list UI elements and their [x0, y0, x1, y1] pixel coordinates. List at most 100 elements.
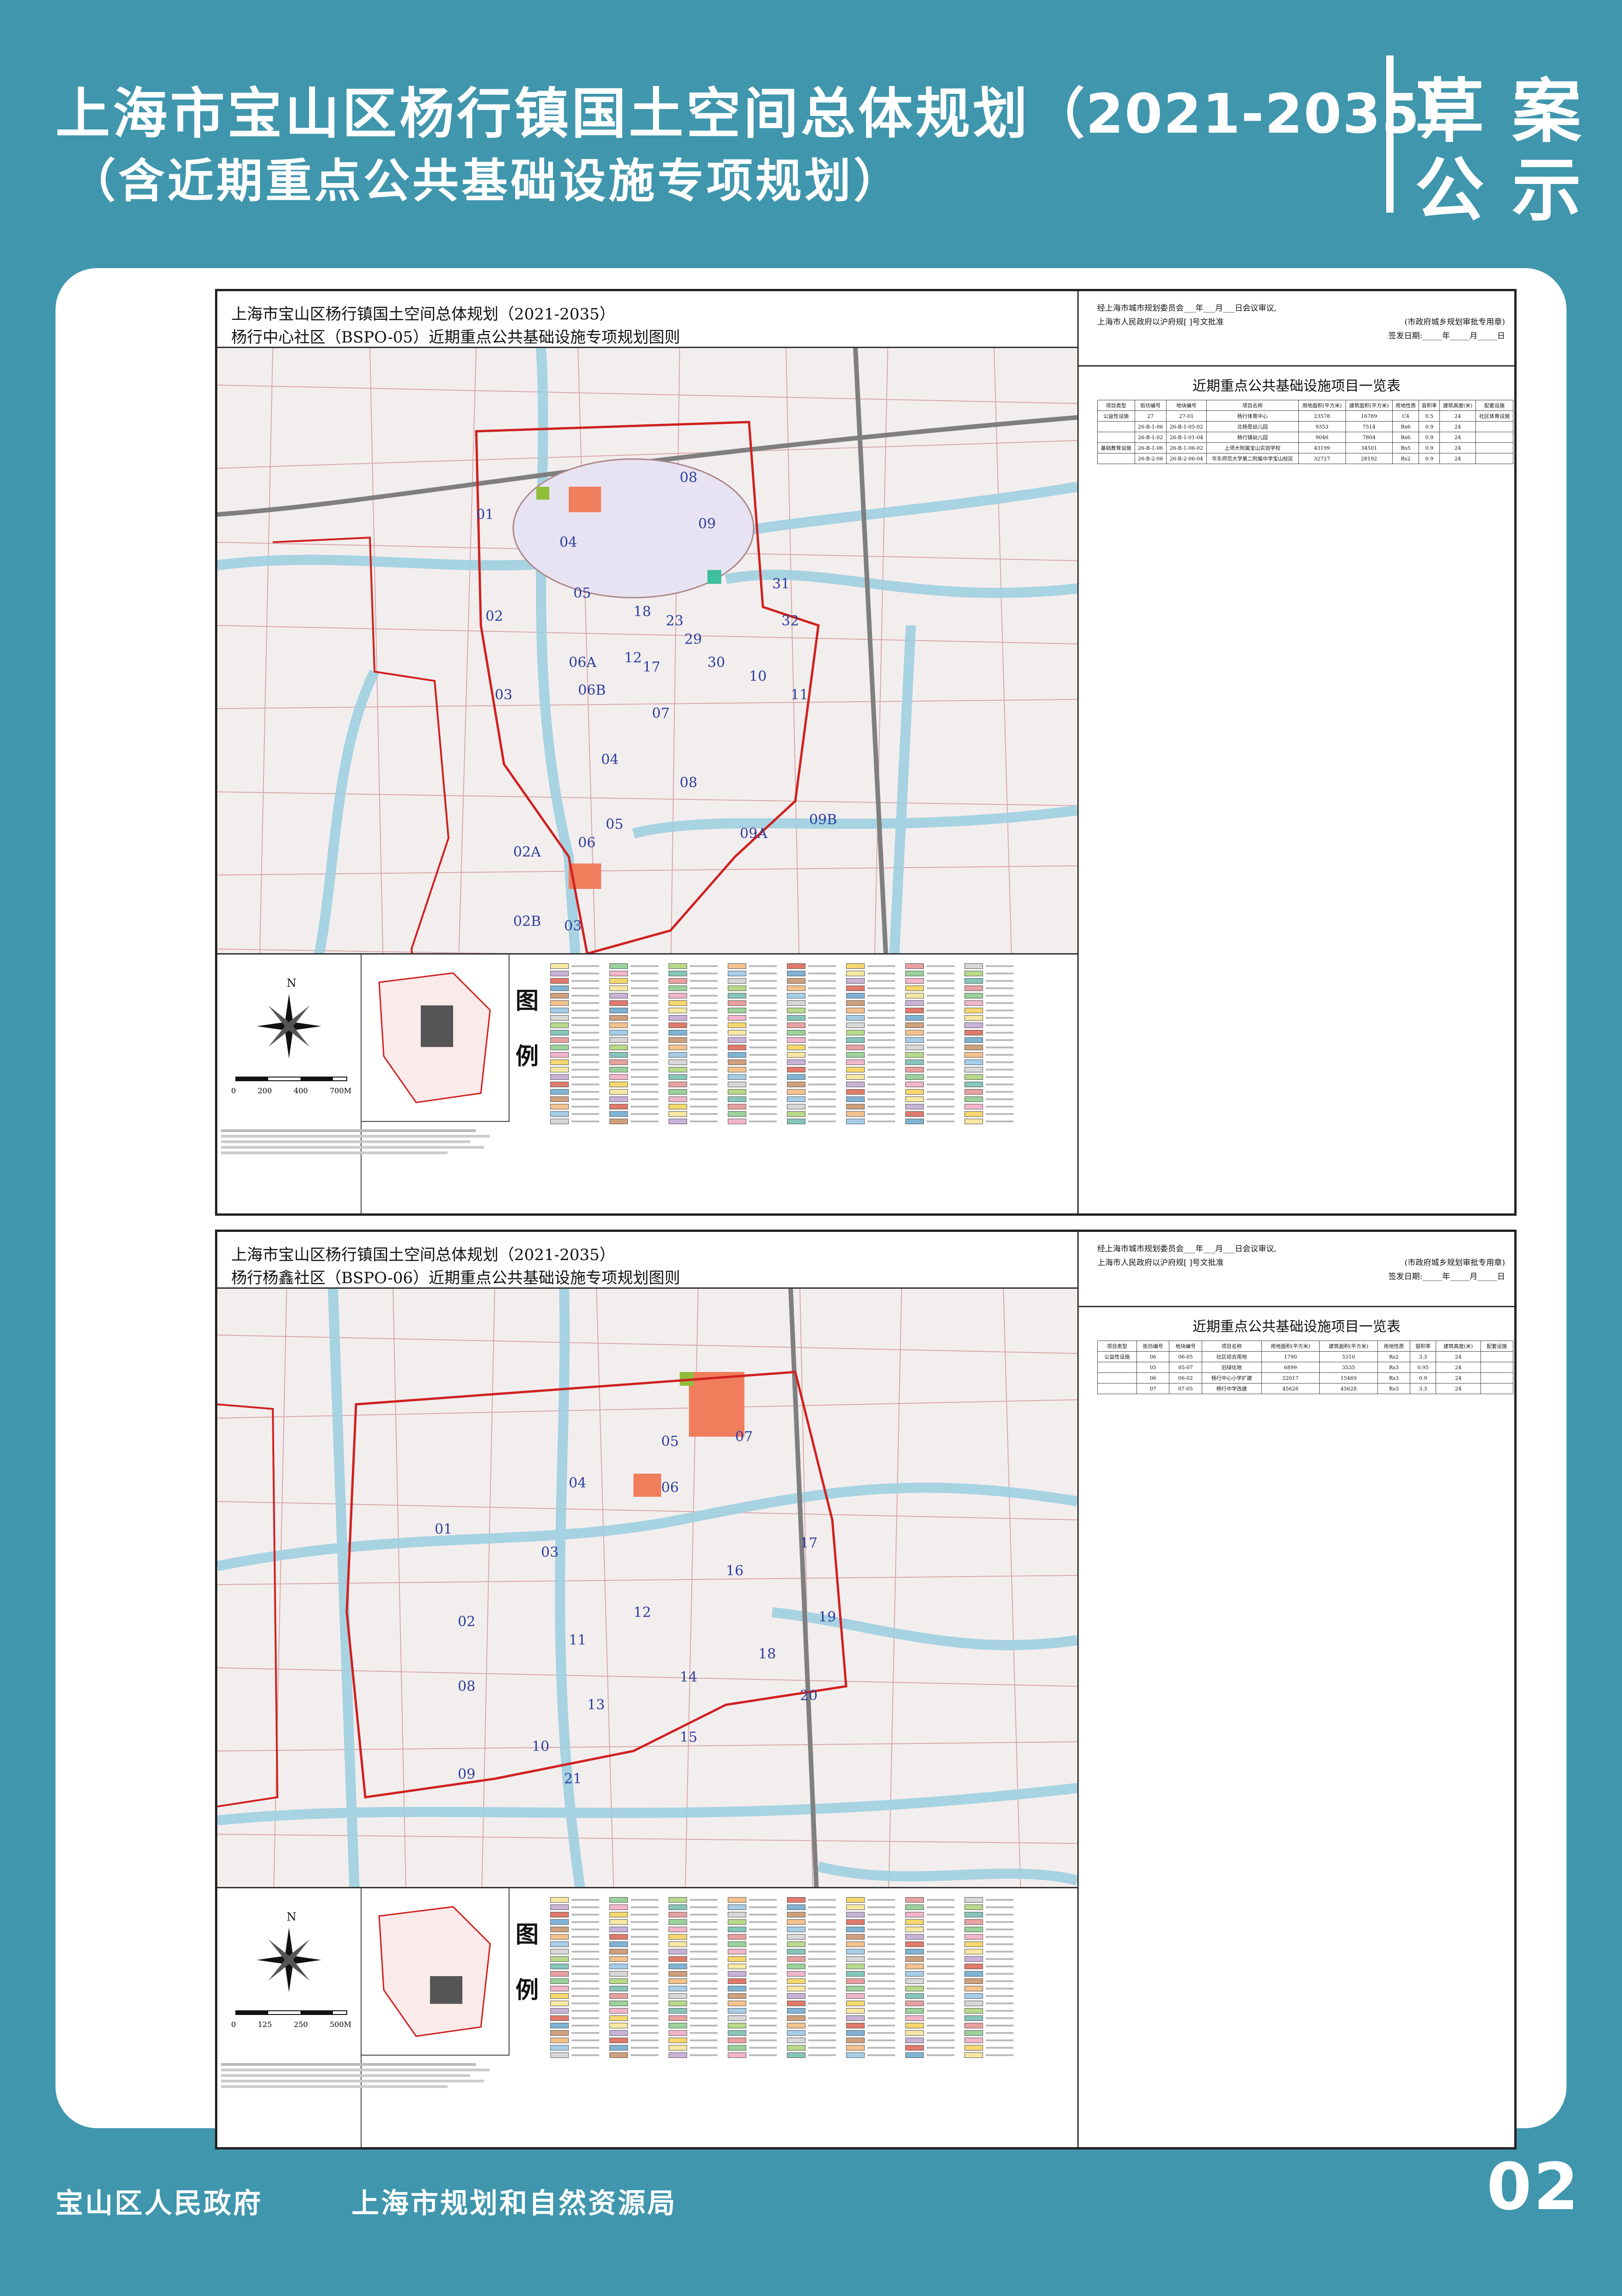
legend-text-placeholder [986, 1914, 1014, 1916]
table-cell: 24 [1439, 432, 1476, 443]
legend-item [846, 1985, 895, 1992]
legend-text-placeholder [571, 2032, 599, 2034]
legend-text-placeholder [927, 1914, 954, 1916]
legend-swatch [728, 1904, 746, 1910]
legend-item [550, 1911, 599, 1918]
legend-area: N 0 125 250 500M 图 例 [217, 1887, 1079, 2147]
legend-text-placeholder [927, 1973, 954, 1975]
legend-column [550, 963, 599, 1126]
legend-item [965, 1022, 1014, 1029]
svg-text:11: 11 [791, 687, 808, 703]
table-cell: 华东师范大学第二附属中学宝山校区 [1206, 453, 1299, 464]
legend-swatch [609, 1956, 628, 1962]
legend-item [669, 2000, 718, 2007]
legend-text-placeholder [808, 2002, 836, 2004]
legend-swatch [609, 963, 628, 969]
legend-swatch [905, 1941, 924, 1947]
svg-text:07: 07 [652, 705, 670, 722]
legend-item [905, 1037, 954, 1043]
legend-text-placeholder [986, 1054, 1014, 1056]
legend-text-placeholder [867, 1098, 895, 1100]
legend-item [905, 1941, 954, 1947]
legend-swatch [905, 2038, 924, 2043]
legend-swatch [609, 1897, 628, 1903]
legend-swatch [787, 1052, 805, 1058]
legend-item [787, 1934, 836, 1940]
legend-item [787, 992, 836, 999]
legend-swatch [846, 1978, 865, 1984]
legend-text-placeholder [571, 1098, 599, 1100]
legend-swatch [728, 1008, 746, 1013]
table-cell: 24 [1439, 453, 1476, 464]
legend-text-placeholder [690, 2054, 718, 2056]
legend-text-placeholder [808, 1906, 836, 1908]
legend-swatch [550, 1008, 569, 1013]
legend-item [728, 1066, 777, 1073]
legend-item [728, 2037, 777, 2044]
legend-item [846, 985, 895, 992]
legend-swatch [728, 1067, 746, 1072]
legend-item [550, 1904, 599, 1910]
legend-swatch [846, 1052, 865, 1058]
legend-swatch [787, 1059, 805, 1065]
legend-text-placeholder [986, 1120, 1014, 1122]
legend-text-placeholder [571, 1032, 599, 1034]
legend-text-placeholder [927, 1032, 954, 1034]
legend-swatch [669, 2001, 687, 2006]
legend-text-placeholder [867, 1091, 895, 1093]
svg-text:05: 05 [606, 816, 623, 833]
legend-text-placeholder [631, 1002, 658, 1004]
legend-swatch [965, 1037, 983, 1043]
legend-text-placeholder [927, 1017, 954, 1019]
legend-item [965, 1904, 1014, 1910]
legend-swatch [965, 1978, 983, 1984]
table-cell: 7804 [1345, 432, 1393, 443]
legend-swatch [846, 1096, 865, 1102]
svg-text:03: 03 [495, 687, 512, 703]
legend-item [728, 1978, 777, 1984]
legend-swatch [669, 2030, 687, 2036]
legend-text-placeholder [749, 1906, 777, 1908]
legend-text-placeholder [986, 1973, 1014, 1975]
legend-item [905, 2037, 954, 2044]
legend-swatch [965, 1052, 983, 1058]
legend-item [609, 1934, 658, 1940]
legend-item [669, 2015, 718, 2021]
legend-item [669, 1037, 718, 1043]
legend-item [609, 2008, 658, 2014]
legend-text-placeholder [631, 2017, 658, 2019]
table-cell: 26-B-1-06 [1134, 442, 1167, 453]
legend-swatch [846, 986, 865, 991]
table-cell: 26-B-1-02 [1134, 432, 1167, 443]
legend-item [609, 1074, 658, 1080]
table-cell: Rs2 [1377, 1351, 1411, 1362]
legend-item [787, 1111, 836, 1117]
legend-text-placeholder [690, 965, 718, 967]
legend-swatch [905, 1022, 924, 1028]
col-header: 街坊编号 [1134, 400, 1167, 411]
table-cell: 3535 [1319, 1362, 1378, 1373]
legend-text-placeholder [571, 1047, 599, 1048]
legend-swatch [965, 1022, 983, 1028]
legend-item [550, 1919, 599, 1925]
legend-text-placeholder [749, 1024, 777, 1026]
legend-item [669, 1118, 718, 1125]
legend-swatch [728, 1956, 746, 1962]
scale-label: 700M [330, 1086, 351, 1095]
legend-swatch [609, 1082, 628, 1087]
legend-swatch [787, 1986, 805, 1991]
svg-text:30: 30 [707, 655, 725, 671]
legend-item [550, 992, 599, 999]
legend-item [728, 1022, 777, 1029]
table-cell [1097, 453, 1135, 464]
north-arrow-icon: N [235, 1910, 347, 2015]
legend-swatch [787, 1030, 805, 1035]
svg-text:23: 23 [666, 613, 683, 629]
table-cell: 26-B-1-05-02 [1166, 421, 1207, 432]
legend-swatch [669, 1941, 687, 1947]
legend-text-placeholder [690, 1032, 718, 1034]
legend-swatch [669, 1059, 687, 1065]
scale-label: 125 [258, 2020, 272, 2029]
legend-text-placeholder [867, 1965, 895, 1967]
legend-item [609, 1037, 658, 1043]
